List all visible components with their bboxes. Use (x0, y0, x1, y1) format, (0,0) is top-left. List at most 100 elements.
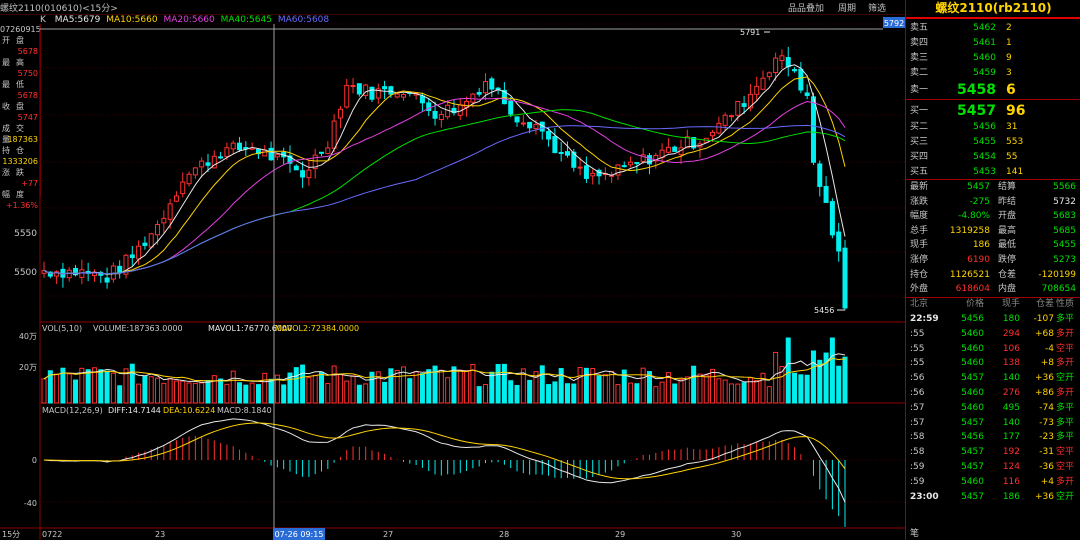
tick-row[interactable]: :59 5457 124 -36 空平 (906, 460, 1080, 475)
tick-oi-change: -74 (1039, 402, 1054, 413)
tick-row[interactable]: :56 5457 140 +36 空开 (906, 371, 1080, 386)
bid-row[interactable]: 买二 5456 31 (906, 120, 1080, 135)
tick-price: 5457 (961, 417, 984, 428)
stats-value: 5457 (967, 182, 990, 192)
tick-row[interactable]: :56 5460 276 +86 多开 (906, 386, 1080, 401)
candle-body (583, 165, 589, 179)
bid-row[interactable]: 买一 5457 96 (906, 102, 1080, 120)
candle-body (306, 169, 312, 179)
tick-oi-change: +8 (1040, 358, 1054, 369)
bid-row[interactable]: 买四 5454 55 (906, 150, 1080, 165)
tick-price: 5457 (961, 447, 984, 458)
volume-bar (615, 384, 621, 404)
volume-bar (249, 382, 255, 404)
volume-bar (501, 363, 507, 404)
ask-row[interactable]: 卖四 5461 1 (906, 36, 1080, 51)
ask-price: 5460 (973, 53, 996, 63)
tick-row[interactable]: :58 5457 192 -31 空平 (906, 445, 1080, 460)
volume-bar (388, 368, 394, 404)
vol-tick-label: 40万 (19, 332, 37, 341)
candle-body (810, 96, 816, 163)
tick-oi-change: +36 (1035, 373, 1054, 384)
ask-label: 卖三 (910, 53, 929, 63)
volume-bar (836, 365, 842, 404)
ask-row[interactable]: 卖五 5462 2 (906, 21, 1080, 36)
volume-bar (293, 367, 299, 404)
tick-volume: 186 (1002, 491, 1020, 502)
tick-time: :56 (910, 387, 925, 398)
tick-row[interactable]: 23:00 5457 186 +36 空开 (906, 490, 1080, 505)
tick-list[interactable]: 22:59 5456 180 -107 多平:55 5460 294 +68 多开:55 5460… (906, 312, 1080, 504)
candle-body (331, 120, 337, 149)
volume-bar (741, 382, 747, 404)
tick-row[interactable]: :59 5460 116 +4 多开 (906, 475, 1080, 490)
volume-bar (155, 377, 161, 404)
candle-body (817, 163, 823, 187)
stats-value: 1319258 (949, 225, 990, 236)
volume-bar (205, 379, 211, 404)
tick-footer-tab[interactable]: 笔 (910, 526, 919, 539)
candle-body (520, 122, 526, 125)
volume-bar (710, 368, 716, 404)
price-chart[interactable]: 5550 5500 5792 5791 5456 VOL(5,10) VOLUME:1873… (0, 0, 905, 540)
tick-header-time: 北京 (910, 299, 929, 309)
tick-oi-change: -4 (1045, 343, 1054, 354)
tick-header: 北京 价格 现手 仓差 性质 (906, 297, 1080, 312)
candle-body (829, 201, 835, 236)
bid-row[interactable]: 买三 5455 553 (906, 135, 1080, 150)
book-divider (906, 99, 1080, 100)
tick-row[interactable]: :57 5460 495 -74 多平 (906, 401, 1080, 416)
quote-panel: 螺纹2110(rb2110) 卖五 5462 2 卖四 5461 1 卖三 5460 9 卖二 54… (905, 0, 1080, 540)
stats-label: 最高 (998, 225, 1017, 236)
volume-bar (281, 384, 287, 404)
candle-body (508, 100, 514, 115)
bid-label: 买五 (910, 167, 929, 177)
tick-oi-change: -31 (1039, 447, 1054, 458)
bid-label: 买一 (910, 106, 929, 116)
tick-row[interactable]: :55 5460 106 -4 空平 (906, 342, 1080, 357)
volume-bar (319, 371, 325, 404)
candle-body (836, 231, 842, 252)
ask-row[interactable]: 卖一 5458 6 (906, 81, 1080, 99)
volume-bar (640, 367, 646, 404)
ask-row[interactable]: 卖二 5459 3 (906, 66, 1080, 81)
tick-volume: 180 (1002, 314, 1020, 324)
ask-volume: 6 (1006, 82, 1016, 98)
stats-value: 5273 (1053, 254, 1076, 265)
stats-label: 内盘 (998, 284, 1017, 295)
tick-row[interactable]: 22:59 5456 180 -107 多平 (906, 312, 1080, 327)
volume-bar (243, 384, 249, 404)
volume-bar (842, 356, 848, 404)
tick-row[interactable]: :58 5456 177 -23 多平 (906, 430, 1080, 445)
tick-price: 5460 (961, 387, 984, 398)
bid-row[interactable]: 买五 5453 141 (906, 165, 1080, 180)
volume-bar (596, 375, 602, 404)
stats-label: 最新 (910, 182, 929, 192)
candle-body (186, 173, 192, 185)
ma-line-10 (43, 76, 846, 275)
stats-label: 开盘 (998, 211, 1017, 222)
tick-row[interactable]: :55 5460 294 +68 多开 (906, 327, 1080, 342)
tick-row[interactable]: :57 5457 140 -73 多平 (906, 416, 1080, 431)
bid-book: 买一 5457 96 买二 5456 31 买三 5455 553 买四 5454 55 买五 5453 1… (906, 102, 1080, 180)
ask-row[interactable]: 卖三 5460 9 (906, 51, 1080, 66)
stats-label: 外盘 (910, 284, 929, 295)
volume-bar (735, 383, 741, 404)
ask-price: 5462 (973, 23, 996, 33)
volume-bar (224, 383, 230, 404)
stats-label: 跌停 (998, 254, 1017, 265)
x-axis-label: 27 (383, 530, 393, 539)
volume-bar (464, 370, 470, 404)
tick-row[interactable]: :55 5460 138 +8 多开 (906, 356, 1080, 371)
volume-bar (451, 366, 457, 404)
tick-type: 多开 (1056, 328, 1075, 339)
tick-type: 多平 (1056, 417, 1075, 428)
candle-body (117, 265, 123, 273)
stats-row: 现手 186 最低 5455 (906, 238, 1080, 253)
bid-price: 5453 (973, 167, 996, 177)
tick-price: 5457 (961, 373, 984, 384)
candle-body (577, 166, 583, 169)
candle-body (438, 114, 444, 120)
stats-label: 仓差 (998, 269, 1017, 280)
stats-row: 总手 1319258 最高 5685 (906, 224, 1080, 239)
